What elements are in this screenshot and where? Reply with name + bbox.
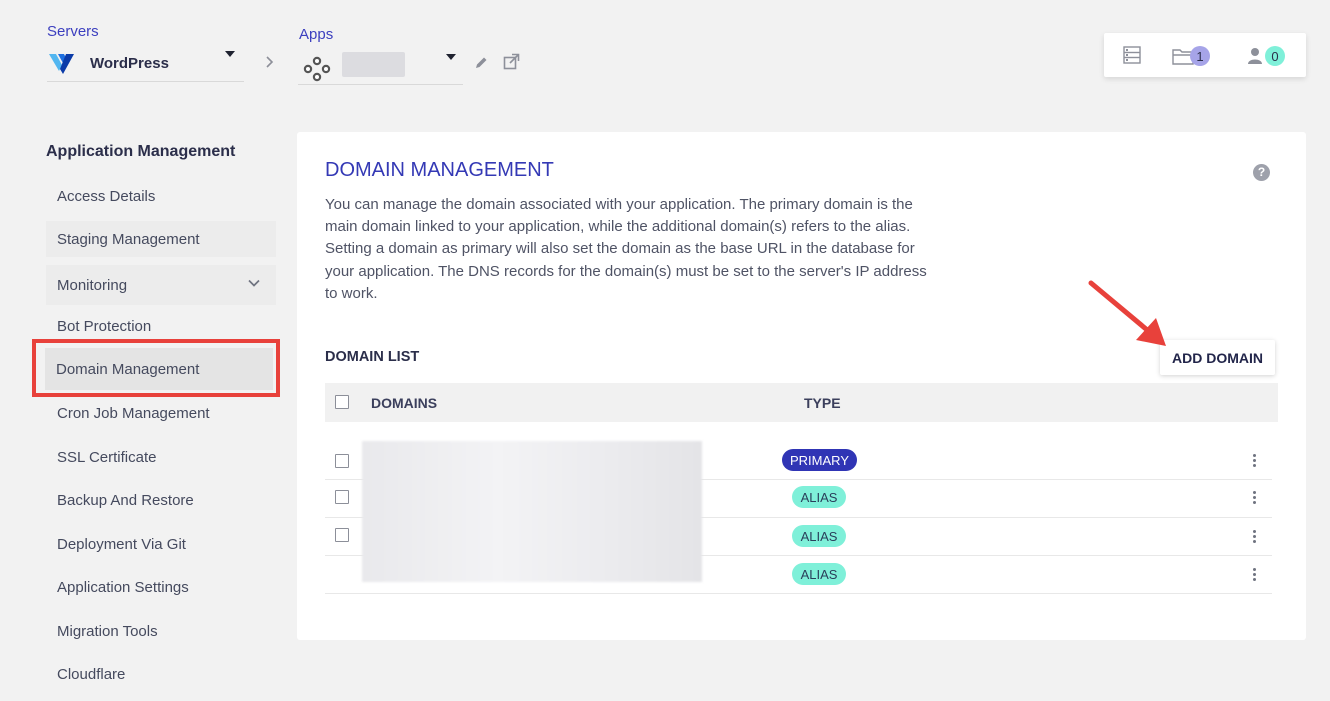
server-selector[interactable]: WordPress [47, 46, 244, 82]
sidebar-item-staging-management[interactable]: Staging Management [46, 221, 276, 257]
row-checkbox[interactable] [335, 490, 349, 504]
select-all-checkbox[interactable] [335, 395, 349, 409]
sidebar-title: Application Management [46, 143, 236, 160]
row-checkbox[interactable] [335, 528, 349, 542]
chevron-down-icon [225, 51, 235, 57]
sidebar-item-cron-job-management[interactable]: Cron Job Management [46, 395, 276, 431]
team-members-button[interactable]: 0 [1247, 46, 1285, 66]
type-badge: ALIAS [792, 486, 846, 508]
help-icon[interactable]: ? [1253, 164, 1270, 181]
page-title: DOMAIN MANAGEMENT [325, 159, 554, 181]
apps-label: Apps [299, 26, 334, 43]
annotation-arrow-icon [1088, 280, 1166, 346]
more-options-icon[interactable] [1253, 568, 1256, 581]
description-text: You can manage the domain associated wit… [325, 196, 927, 302]
sidebar-item-application-settings[interactable]: Application Settings [46, 569, 276, 605]
sidebar-item-ssl-certificate[interactable]: SSL Certificate [46, 439, 276, 475]
app-name-redacted [342, 52, 405, 77]
type-badge: ALIAS [792, 525, 846, 547]
domain-list-title: DOMAIN LIST [325, 349, 420, 365]
more-options-icon[interactable] [1253, 530, 1256, 543]
edit-pencil-icon[interactable] [474, 55, 489, 70]
highlight-annotation-box [32, 339, 280, 397]
chevron-down-icon [248, 279, 260, 287]
row-checkbox[interactable] [335, 454, 349, 468]
sidebar-item-monitoring[interactable]: Monitoring [46, 265, 276, 305]
app-selector[interactable] [298, 48, 463, 85]
sidebar-item-label: Staging Management [57, 230, 200, 248]
sidebar-item-cloudflare[interactable]: Cloudflare [46, 656, 276, 692]
domains-column-header: DOMAINS [371, 395, 438, 411]
server-list-icon [1123, 46, 1141, 64]
top-actions-panel: 1 0 [1104, 33, 1306, 77]
sidebar-item-access-details[interactable]: Access Details [46, 178, 276, 214]
sidebar-item-label: Migration Tools [57, 622, 158, 640]
folder-count-badge: 1 [1190, 46, 1210, 66]
external-link-icon[interactable] [503, 53, 520, 70]
more-options-icon[interactable] [1253, 491, 1256, 504]
sidebar-item-label: Access Details [57, 187, 156, 205]
user-icon [1248, 48, 1262, 64]
sidebar-item-deployment-via-git[interactable]: Deployment Via Git [46, 526, 276, 562]
apps-folder-button[interactable]: 1 [1172, 46, 1210, 66]
sidebar-item-label: Cloudflare [57, 665, 126, 683]
server-name: WordPress [90, 55, 169, 72]
more-options-icon[interactable] [1253, 454, 1256, 467]
servers-label: Servers [47, 23, 99, 40]
sidebar-item-migration-tools[interactable]: Migration Tools [46, 613, 276, 649]
sidebar-item-label: Deployment Via Git [57, 535, 186, 553]
add-domain-button[interactable]: ADD DOMAIN [1160, 340, 1275, 375]
type-badge: PRIMARY [782, 449, 857, 471]
servers-list-button[interactable] [1123, 46, 1141, 64]
redacted-domain-names [362, 441, 702, 582]
sidebar-item-label: Monitoring [57, 276, 128, 294]
chevron-down-icon [446, 54, 456, 60]
table-header: DOMAINS TYPE [325, 383, 1278, 422]
sidebar-item-label: Cron Job Management [57, 404, 210, 422]
wordpress-app-icon [303, 56, 331, 82]
sidebar-item-label: Application Settings [57, 578, 189, 596]
sidebar-item-label: SSL Certificate [57, 448, 157, 466]
type-badge: ALIAS [792, 563, 846, 585]
type-column-header: TYPE [804, 395, 841, 411]
vultr-logo-icon [49, 53, 74, 74]
sidebar-item-label: Backup And Restore [57, 491, 194, 509]
chevron-right-icon [264, 55, 276, 69]
sidebar-item-backup-and-restore[interactable]: Backup And Restore [46, 482, 276, 518]
users-count-badge: 0 [1265, 46, 1285, 66]
sidebar-item-label: Bot Protection [57, 317, 152, 335]
